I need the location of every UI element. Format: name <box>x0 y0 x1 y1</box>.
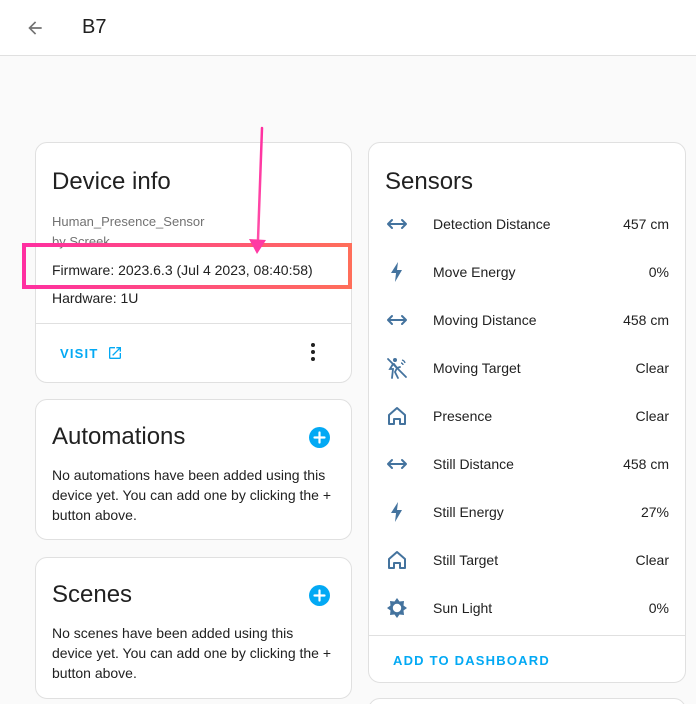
sensor-value: 0% <box>648 600 669 616</box>
add-automation-button[interactable] <box>309 427 330 448</box>
sensor-name: Sun Light <box>433 600 493 616</box>
hardware-info: Hardware: 1U <box>52 290 139 306</box>
sensor-value: Clear <box>635 408 669 424</box>
plus-icon <box>313 589 326 602</box>
add-scene-button[interactable] <box>309 585 330 606</box>
brightness-icon <box>387 598 407 618</box>
scenes-empty-text: No scenes have been added using this dev… <box>52 625 332 681</box>
sensor-value: 457 cm <box>623 216 669 232</box>
device-manufacturer: by Screek <box>52 234 110 249</box>
dots-vertical-icon <box>311 343 315 347</box>
arrow-left-icon <box>28 21 42 35</box>
sensor-name: Moving Target <box>433 360 521 376</box>
sensor-value: Clear <box>635 360 669 376</box>
sensor-name: Still Target <box>433 552 499 568</box>
motion-sensor-off-icon <box>387 358 407 379</box>
arrow-left-right-icon <box>387 459 407 469</box>
visit-label: VISIT <box>60 345 99 361</box>
sensor-value: 0% <box>648 264 669 280</box>
device-info-title: Device info <box>52 168 171 195</box>
automations-title: Automations <box>52 423 186 450</box>
sensor-value: 458 cm <box>623 456 669 472</box>
home-outline-icon <box>388 551 406 569</box>
sensor-name: Move Energy <box>433 264 516 280</box>
sensors-card: Sensors Detection Distance 457 cm Move E… <box>368 142 686 683</box>
sensor-name: Still Energy <box>433 504 504 520</box>
scenes-card: Scenes No scenes have been added using t… <box>35 557 352 699</box>
automations-card: Automations No automations have been add… <box>35 399 352 540</box>
sensor-row-moving-distance[interactable]: Moving Distance 458 cm <box>369 296 685 344</box>
sensor-row-moving-target[interactable]: Moving Target Clear <box>369 344 685 392</box>
arrow-left-right-icon <box>387 219 407 229</box>
sensor-value: 27% <box>640 504 669 520</box>
sensor-value: 458 cm <box>623 312 669 328</box>
lightning-bolt-icon <box>391 262 402 282</box>
card-divider <box>369 635 685 636</box>
sensor-row-sun-light[interactable]: Sun Light 0% <box>369 584 685 632</box>
sensor-row-still-distance[interactable]: Still Distance 458 cm <box>369 440 685 488</box>
top-app-bar: B7 <box>0 0 696 56</box>
page-title: B7 <box>82 16 107 38</box>
sensor-name: Still Distance <box>433 456 514 472</box>
sensor-name: Moving Distance <box>433 312 537 328</box>
open-in-new-icon <box>108 347 121 359</box>
back-button[interactable] <box>20 14 50 42</box>
device-model: Human_Presence_Sensor <box>52 214 205 229</box>
lightning-bolt-icon <box>391 502 402 522</box>
device-info-card: Device info Human_Presence_Sensor by Scr… <box>35 142 352 383</box>
sensor-row-still-energy[interactable]: Still Energy 27% <box>369 488 685 536</box>
scenes-title: Scenes <box>52 581 133 608</box>
sensor-row-presence[interactable]: Presence Clear <box>369 392 685 440</box>
sensor-row-detection-distance[interactable]: Detection Distance 457 cm <box>369 200 685 248</box>
more-options-button[interactable] <box>306 340 320 364</box>
sensors-title: Sensors <box>385 168 474 195</box>
plus-icon <box>313 431 326 444</box>
sensor-row-move-energy[interactable]: Move Energy 0% <box>369 248 685 296</box>
home-outline-icon <box>388 407 406 425</box>
sensor-name: Detection Distance <box>433 216 551 232</box>
arrow-left-right-icon <box>387 315 407 325</box>
add-to-dashboard-button[interactable]: ADD TO DASHBOARD <box>393 653 550 668</box>
firmware-info: Firmware: 2023.6.3 (Jul 4 2023, 08:40:58… <box>52 262 313 278</box>
sensor-name: Presence <box>433 408 493 424</box>
visit-link[interactable]: VISIT <box>60 345 123 361</box>
card-divider <box>36 323 351 324</box>
sensor-value: Clear <box>635 552 669 568</box>
sensor-row-still-target[interactable]: Still Target Clear <box>369 536 685 584</box>
automations-empty-text: No automations have been added using thi… <box>52 467 332 523</box>
next-card-edge <box>368 698 686 704</box>
